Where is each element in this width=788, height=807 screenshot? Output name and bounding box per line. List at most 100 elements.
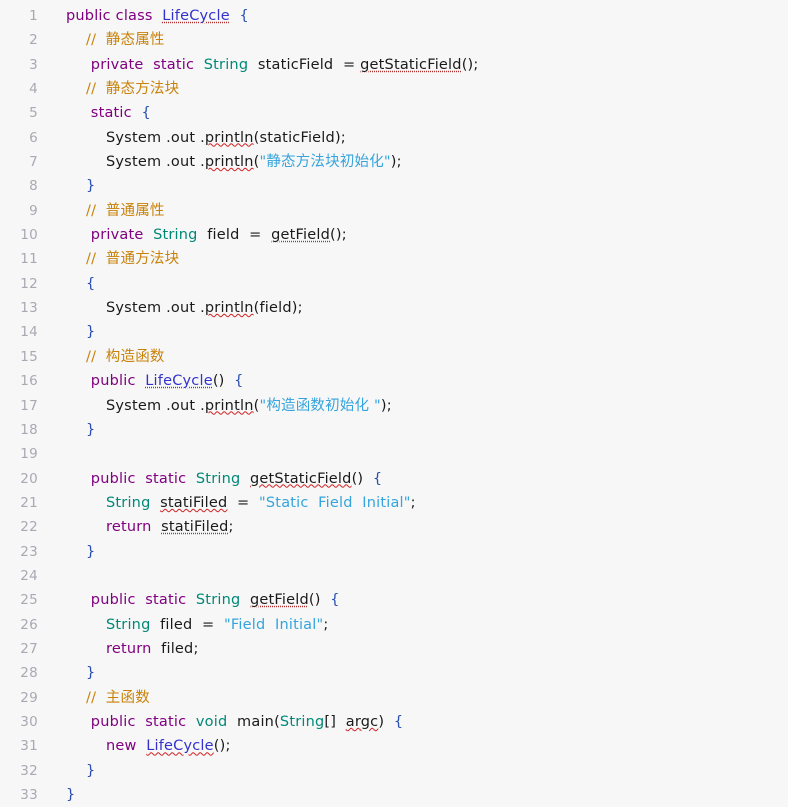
code-token: // 主函数: [86, 689, 150, 706]
code-line-content[interactable]: String statiFiled = "Static Field Initia…: [38, 491, 416, 515]
code-line[interactable]: 17 System .out .println("构造函数初始化 ");: [0, 394, 788, 418]
code-line-content[interactable]: // 静态方法块: [38, 77, 179, 101]
code-token: );: [390, 154, 402, 171]
code-line-content[interactable]: // 普通方法块: [38, 247, 179, 271]
code-token: "Field Initial": [224, 616, 324, 633]
code-line-content[interactable]: System .out .println("构造函数初始化 ");: [38, 394, 392, 418]
code-editor-viewport[interactable]: 1 public class LifeCycle {2// 静态属性 3 priva…: [0, 0, 788, 806]
code-line-content[interactable]: }: [38, 661, 95, 685]
code-line[interactable]: 31 new LifeCycle();: [0, 734, 788, 758]
code-line[interactable]: 19: [0, 442, 788, 466]
code-token: .: [195, 154, 205, 171]
code-token: new: [106, 738, 137, 755]
code-line[interactable]: 4 // 静态方法块: [0, 77, 788, 101]
line-number: 30: [20, 713, 38, 730]
code-token: LifeCycle: [146, 738, 214, 755]
code-token: String: [279, 713, 325, 730]
code-token: static: [145, 592, 187, 609]
code-line[interactable]: 10 private String field = getField();: [0, 223, 788, 247]
code-line-content[interactable]: {: [38, 272, 95, 296]
code-line[interactable]: 15 // 构造函数: [0, 345, 788, 369]
code-line-content[interactable]: public LifeCycle() {: [38, 369, 244, 393]
code-line-content[interactable]: new LifeCycle();: [38, 734, 231, 758]
code-line[interactable]: 22 return statiFiled;: [0, 515, 788, 539]
code-line[interactable]: 21 String statiFiled = "Static Field Init…: [0, 491, 788, 515]
line-number: 10: [20, 227, 38, 244]
code-line-content[interactable]: private String field = getField();: [38, 223, 347, 247]
code-line[interactable]: 20 public static String getStaticField()…: [0, 467, 788, 491]
code-line[interactable]: 8}: [0, 174, 788, 198]
code-token: String: [195, 470, 241, 487]
code-line-content[interactable]: // 静态属性: [38, 28, 165, 52]
code-line-content[interactable]: String filed = "Field Initial";: [38, 613, 328, 637]
code-line-content[interactable]: public class LifeCycle {: [38, 4, 249, 28]
code-line-content[interactable]: public static String getField() {: [38, 588, 340, 612]
code-token: .: [161, 397, 171, 414]
code-line-content[interactable]: }: [38, 174, 95, 198]
code-line-content[interactable]: // 构造函数: [38, 345, 165, 369]
code-token: .: [195, 129, 205, 146]
code-line[interactable]: 16 public LifeCycle() {: [0, 369, 788, 393]
code-token: return: [106, 519, 152, 536]
code-line[interactable]: 30 public static void main(String[] argc…: [0, 710, 788, 734]
code-line[interactable]: 25 public static String getField() {: [0, 588, 788, 612]
code-line[interactable]: 29 // 主函数: [0, 686, 788, 710]
code-token: }: [86, 665, 96, 682]
code-line[interactable]: 2 // 静态属性: [0, 28, 788, 52]
code-line[interactable]: 18}: [0, 418, 788, 442]
code-line[interactable]: 3 private static String staticField = ge…: [0, 53, 788, 77]
line-number: 17: [20, 397, 38, 414]
code-line-content[interactable]: }: [38, 759, 95, 783]
code-line[interactable]: 5 static {: [0, 101, 788, 125]
code-line-content[interactable]: // 主函数: [38, 686, 150, 710]
code-line-content[interactable]: }: [38, 320, 95, 344]
code-line-content[interactable]: System .out .println("静态方法块初始化");: [38, 150, 402, 174]
code-line[interactable]: 9 // 普通属性: [0, 199, 788, 223]
code-line[interactable]: 12 {: [0, 272, 788, 296]
code-line[interactable]: 7 System .out .println("静态方法块初始化");: [0, 150, 788, 174]
code-line-content[interactable]: public static void main(String[] argc) {: [38, 710, 403, 734]
code-line-content[interactable]: System .out .println(staticField);: [38, 126, 346, 150]
line-number: 3: [29, 56, 38, 73]
code-line-content[interactable]: return filed;: [38, 637, 199, 661]
line-number: 19: [20, 446, 38, 463]
code-line[interactable]: 13 System .out .println(field);: [0, 296, 788, 320]
code-token: {: [393, 713, 404, 730]
code-line-content[interactable]: private static String staticField = getS…: [38, 53, 479, 77]
code-line[interactable]: 11 // 普通方法块: [0, 247, 788, 271]
code-line[interactable]: 28}: [0, 661, 788, 685]
code-token: // 普通属性: [86, 202, 165, 219]
code-token: out: [170, 129, 196, 146]
code-line-content[interactable]: }: [38, 783, 75, 807]
code-line-content[interactable]: [38, 564, 71, 588]
code-line-content[interactable]: static {: [38, 101, 151, 125]
code-line[interactable]: 32}: [0, 759, 788, 783]
code-line[interactable]: 14}: [0, 320, 788, 344]
code-token: String: [106, 616, 151, 633]
code-line[interactable]: 23}: [0, 540, 788, 564]
code-line[interactable]: 26 String filed = "Field Initial";: [0, 613, 788, 637]
code-line[interactable]: 1 public class LifeCycle {: [0, 4, 788, 28]
code-line-content[interactable]: }: [38, 418, 95, 442]
code-line-content[interactable]: [38, 442, 71, 466]
code-line[interactable]: 24: [0, 564, 788, 588]
code-line-content[interactable]: // 普通属性: [38, 199, 165, 223]
code-token: public: [86, 592, 136, 609]
code-line[interactable]: 27 return filed;: [0, 637, 788, 661]
code-line-content[interactable]: public static String getStaticField() {: [38, 467, 382, 491]
code-line-content[interactable]: return statiFiled;: [38, 515, 234, 539]
code-line[interactable]: 33}: [0, 783, 788, 807]
code-line[interactable]: 6 System .out .println(staticField);: [0, 126, 788, 150]
code-line-content[interactable]: System .out .println(field);: [38, 296, 303, 320]
code-line-content[interactable]: }: [38, 540, 95, 564]
code-token: String: [153, 227, 198, 244]
